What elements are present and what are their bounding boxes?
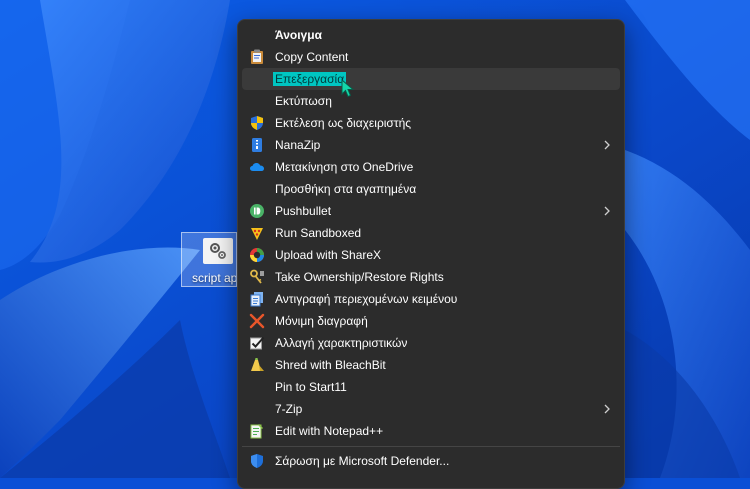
menu-item-print[interactable]: Εκτύπωση: [242, 90, 620, 112]
menu-item-copy-text-contents[interactable]: Αντιγραφή περιεχομένων κειμένου: [242, 288, 620, 310]
menu-item-take-ownership[interactable]: Take Ownership/Restore Rights: [242, 266, 620, 288]
menu-item-edit-notepadpp[interactable]: Edit with Notepad++: [242, 420, 620, 442]
delete-x-icon: [249, 313, 265, 329]
menu-item-label: NanaZip: [275, 138, 321, 152]
menu-item-label: Αντιγραφή περιεχομένων κειμένου: [275, 292, 458, 306]
copy-text-icon: [249, 291, 265, 307]
menu-item-label: Εκτέλεση ως διαχειριστής: [275, 116, 412, 130]
menu-item-permanent-delete[interactable]: Μόνιμη διαγραφή: [242, 310, 620, 332]
chevron-right-icon: [602, 138, 612, 152]
menu-item-label: Copy Content: [275, 50, 349, 64]
mouse-cursor-icon: [341, 79, 355, 98]
menu-item-label: Run Sandboxed: [275, 226, 362, 240]
menu-item-label: Upload with ShareX: [275, 248, 382, 262]
menu-item-label: Προσθήκη στα αγαπημένα: [275, 182, 417, 196]
clipboard-icon: [249, 49, 265, 65]
menu-item-7zip[interactable]: 7-Zip: [242, 398, 620, 420]
menu-item-label: Pushbullet: [275, 204, 332, 218]
menu-item-label: Εκτύπωση: [275, 94, 332, 108]
menu-item-move-onedrive[interactable]: Μετακίνηση στο OneDrive: [242, 156, 620, 178]
menu-item-change-attributes[interactable]: Αλλαγή χαρακτηριστικών: [242, 332, 620, 354]
menu-item-label: Edit with Notepad++: [275, 424, 384, 438]
sharex-icon: [249, 247, 265, 263]
ownership-key-icon: [249, 269, 265, 285]
menu-item-label: Shred with BleachBit: [275, 358, 386, 372]
menu-item-edit[interactable]: Επεξεργασία: [242, 68, 620, 90]
desktop-file-icon[interactable]: script ap: [181, 232, 237, 287]
sandboxie-icon: [249, 225, 265, 241]
menu-item-pin-start11[interactable]: Pin to Start11: [242, 376, 620, 398]
menu-divider: [242, 446, 620, 447]
menu-item-label: Άνοιγμα: [275, 28, 322, 42]
menu-item-upload-sharex[interactable]: Upload with ShareX: [242, 244, 620, 266]
onedrive-icon: [249, 159, 265, 175]
menu-item-add-favorites[interactable]: Προσθήκη στα αγαπημένα: [242, 178, 620, 200]
menu-item-label: 7-Zip: [275, 402, 303, 416]
bleachbit-icon: [249, 357, 265, 373]
menu-item-pushbullet[interactable]: Pushbullet: [242, 200, 620, 222]
attributes-icon: [249, 335, 265, 351]
context-menu: Άνοιγμα Copy Content Επεξεργασία Εκτύπωσ…: [237, 19, 625, 489]
uac-shield-icon: [249, 115, 265, 131]
pushbullet-icon: [249, 203, 265, 219]
menu-item-shred-bleachbit[interactable]: Shred with BleachBit: [242, 354, 620, 376]
menu-item-open[interactable]: Άνοιγμα: [242, 24, 620, 46]
menu-item-run-sandboxed[interactable]: Run Sandboxed: [242, 222, 620, 244]
menu-item-nanazip[interactable]: NanaZip: [242, 134, 620, 156]
menu-item-label: Pin to Start11: [275, 380, 347, 394]
menu-item-label: Σάρωση με Microsoft Defender...: [275, 454, 450, 468]
menu-item-label: Αλλαγή χαρακτηριστικών: [275, 336, 408, 350]
nanazip-icon: [249, 137, 265, 153]
menu-item-run-as-admin[interactable]: Εκτέλεση ως διαχειριστής: [242, 112, 620, 134]
menu-item-label: Μετακίνηση στο OneDrive: [275, 160, 414, 174]
notepadpp-icon: [249, 423, 265, 439]
menu-item-label: Επεξεργασία: [273, 72, 347, 86]
menu-item-label: Μόνιμη διαγραφή: [275, 314, 368, 328]
menu-item-scan-defender[interactable]: Σάρωση με Microsoft Defender...: [242, 450, 620, 472]
menu-item-label: Take Ownership/Restore Rights: [275, 270, 444, 284]
chevron-right-icon: [602, 204, 612, 218]
script-file-icon: [203, 238, 233, 264]
menu-item-copy-content[interactable]: Copy Content: [242, 46, 620, 68]
defender-shield-icon: [249, 453, 265, 469]
desktop-file-label: script ap: [192, 271, 237, 285]
chevron-right-icon: [602, 402, 612, 416]
